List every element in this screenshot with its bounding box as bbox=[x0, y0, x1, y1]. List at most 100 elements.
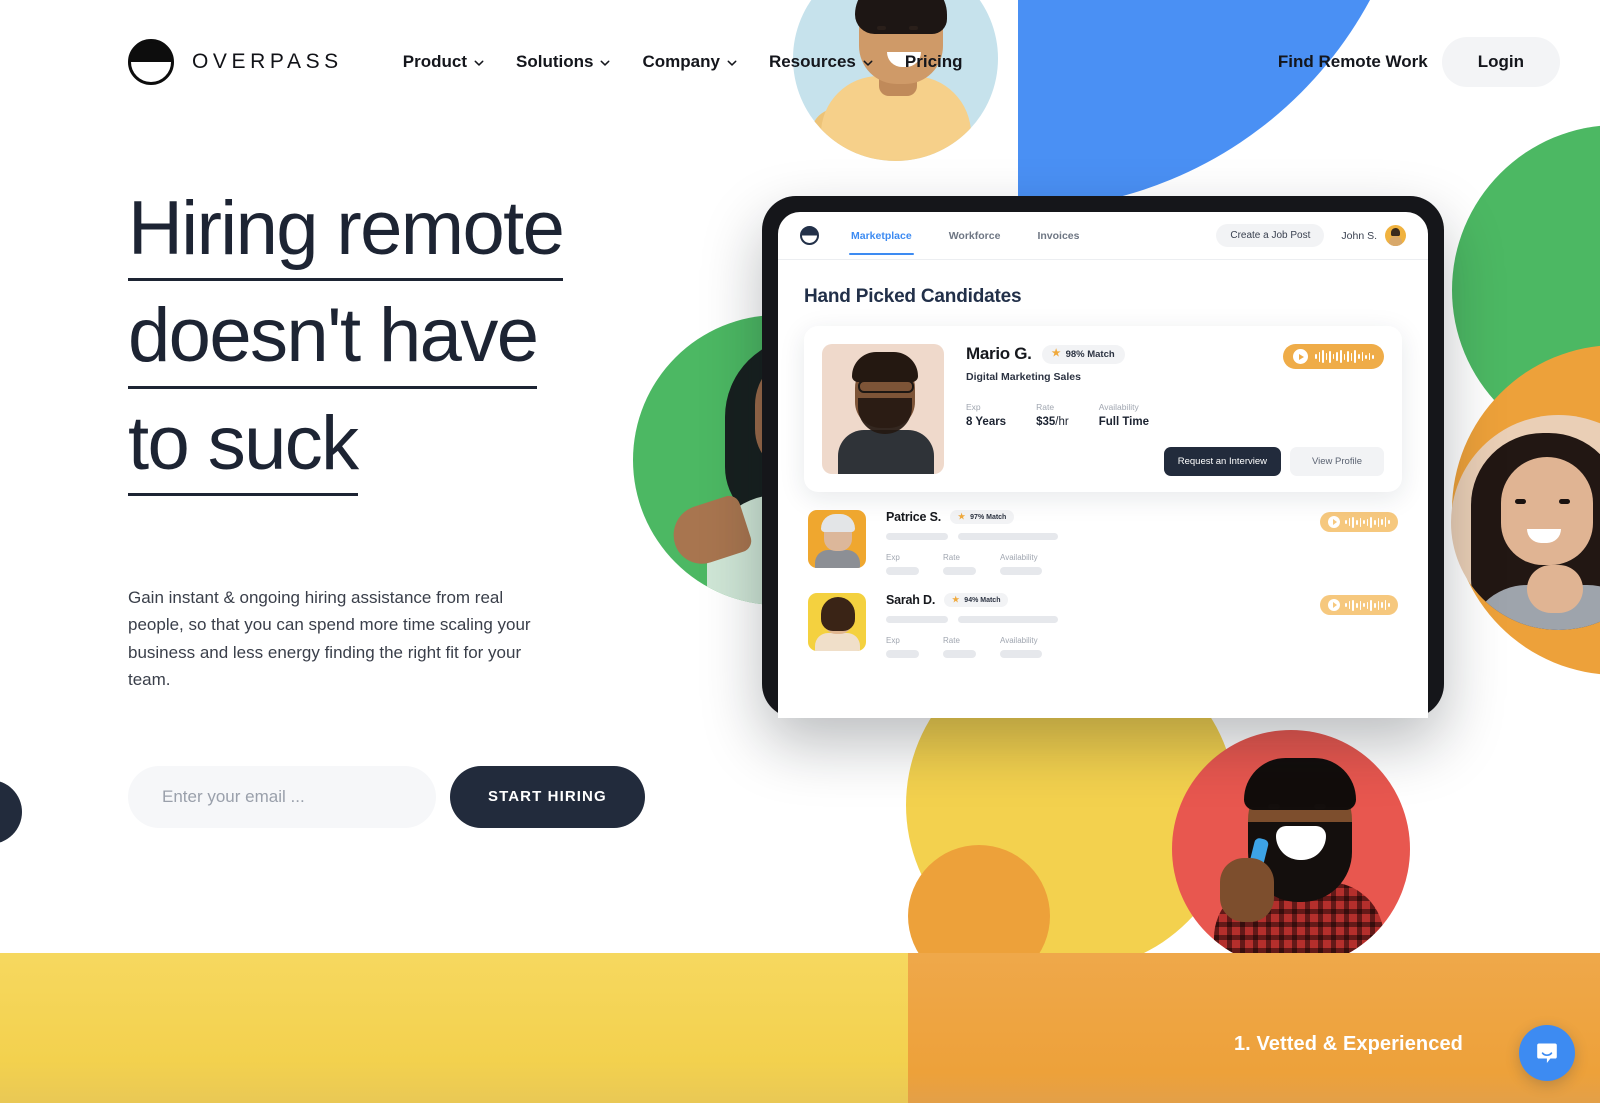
overpass-circle-logo-icon bbox=[128, 39, 174, 85]
candidate-info: Patrice S. ★ 97% Match Exp Rate Availabi… bbox=[886, 510, 1300, 575]
app-tabs: Marketplace Workforce Invoices bbox=[849, 216, 1081, 255]
decor-photo-circle-man-laughing bbox=[1172, 730, 1410, 968]
status-badge-match: ★ 97% Match bbox=[949, 510, 1015, 524]
headline-line-1: Hiring remote bbox=[128, 189, 565, 282]
status-badge-match: ★ 98% Match bbox=[1041, 344, 1125, 364]
nav-item-pricing-label: Pricing bbox=[904, 52, 963, 71]
candidate-photo bbox=[808, 593, 866, 651]
skeleton-lines bbox=[886, 616, 1300, 623]
stat-exp-label: Exp bbox=[886, 636, 900, 645]
chevron-down-icon bbox=[727, 60, 737, 66]
stat-rate-value: $35/hr bbox=[1036, 416, 1069, 428]
top-navbar: OVERPASS Product Solutions Company Resou… bbox=[0, 0, 1600, 124]
featured-candidate-card[interactable]: Mario G. ★ 98% Match Digital Marketing S… bbox=[804, 326, 1402, 492]
view-profile-button[interactable]: View Profile bbox=[1290, 447, 1384, 476]
candidate-stats: Exp Rate Availability bbox=[886, 553, 1300, 575]
nav-item-resources[interactable]: Resources bbox=[769, 52, 873, 72]
play-icon bbox=[1292, 349, 1308, 364]
star-icon: ★ bbox=[957, 512, 966, 521]
stat-rate: Rate bbox=[943, 553, 976, 575]
stat-rate-label: Rate bbox=[1036, 402, 1055, 412]
nav-item-solutions[interactable]: Solutions bbox=[516, 52, 610, 72]
email-input[interactable] bbox=[128, 765, 436, 828]
play-icon bbox=[1328, 599, 1341, 611]
skeleton-lines bbox=[886, 533, 1300, 540]
candidate-name: Sarah D. bbox=[886, 593, 936, 607]
avatar bbox=[1385, 225, 1406, 246]
brand-logo[interactable]: OVERPASS bbox=[128, 39, 343, 85]
stat-exp: Exp 8 Years bbox=[966, 402, 1006, 428]
audio-player-row[interactable] bbox=[1320, 510, 1398, 532]
stat-exp: Exp bbox=[886, 553, 919, 575]
login-button[interactable]: Login bbox=[1441, 37, 1560, 87]
nav-item-solutions-label: Solutions bbox=[516, 52, 594, 71]
section-title: Hand Picked Candidates bbox=[804, 286, 1022, 307]
candidate-photo bbox=[808, 510, 866, 568]
stat-availability-label: Availability bbox=[1000, 553, 1038, 562]
nav-links: Product Solutions Company Resources Pric… bbox=[403, 52, 963, 72]
star-icon: ★ bbox=[1051, 348, 1061, 359]
stat-availability-label: Availability bbox=[1000, 636, 1038, 645]
find-remote-work-link[interactable]: Find Remote Work bbox=[1278, 52, 1428, 72]
app-topbar: Marketplace Workforce Invoices Create a … bbox=[778, 212, 1428, 260]
match-label: 98% Match bbox=[1065, 348, 1115, 360]
chevron-down-icon bbox=[863, 60, 873, 66]
user-menu[interactable]: John S. bbox=[1341, 225, 1406, 246]
waveform-icon bbox=[1345, 516, 1390, 528]
candidate-name: Mario G. bbox=[966, 344, 1032, 363]
stat-rate-amount: $35 bbox=[1036, 416, 1056, 428]
stat-availability-label: Availability bbox=[1098, 402, 1139, 412]
page-title: Hiring remote doesn't have to suck bbox=[128, 189, 658, 512]
app-topbar-actions: Create a Job Post John S. bbox=[1216, 224, 1406, 247]
hero-subtext: Gain instant & ongoing hiring assistance… bbox=[128, 587, 531, 690]
audio-player-row[interactable] bbox=[1320, 593, 1398, 615]
chevron-down-icon bbox=[474, 60, 484, 66]
tablet-mockup: Marketplace Workforce Invoices Create a … bbox=[762, 196, 1444, 718]
request-interview-button[interactable]: Request an Interview bbox=[1163, 447, 1281, 476]
decor-navy-dot bbox=[0, 780, 22, 844]
stat-rate-label: Rate bbox=[943, 636, 960, 645]
nav-item-product-label: Product bbox=[402, 52, 468, 71]
stat-rate: Rate bbox=[943, 636, 976, 658]
stat-exp: Exp bbox=[886, 636, 919, 658]
stat-exp-label: Exp bbox=[886, 553, 900, 562]
waveform-icon bbox=[1314, 350, 1374, 364]
nav-item-company[interactable]: Company bbox=[642, 52, 737, 72]
app-logo-icon[interactable] bbox=[800, 226, 819, 245]
app-body: Hand Picked Candidates Mario G. ★ 98% Ma… bbox=[778, 260, 1428, 658]
nav-item-product[interactable]: Product bbox=[403, 52, 484, 72]
nav-item-pricing[interactable]: Pricing bbox=[905, 52, 963, 72]
intercom-chat-button[interactable] bbox=[1519, 1025, 1575, 1081]
nav-item-company-label: Company bbox=[642, 52, 720, 71]
tab-invoices[interactable]: Invoices bbox=[1035, 216, 1081, 255]
nav-right-actions: Find Remote Work Login bbox=[1278, 37, 1560, 87]
star-icon: ★ bbox=[952, 595, 960, 604]
band-caption: 1. Vetted & Experienced bbox=[1233, 1033, 1463, 1055]
tab-marketplace[interactable]: Marketplace bbox=[849, 216, 914, 255]
candidate-row[interactable]: Sarah D. ★ 94% Match Exp Rate Availabili… bbox=[804, 593, 1402, 658]
nav-item-resources-label: Resources bbox=[768, 52, 856, 71]
hero-section: Hiring remote doesn't have to suck Gain … bbox=[128, 189, 658, 828]
match-label: 94% Match bbox=[964, 596, 1001, 604]
candidate-name-row: Patrice S. ★ 97% Match bbox=[886, 510, 1300, 524]
stat-availability: Availability bbox=[1000, 636, 1042, 658]
audio-player-featured[interactable] bbox=[1282, 344, 1384, 369]
candidate-photo bbox=[822, 344, 944, 474]
stat-exp-label: Exp bbox=[966, 402, 981, 412]
intercom-chat-icon bbox=[1537, 1043, 1557, 1063]
headline-line-3: to suck bbox=[128, 404, 359, 496]
start-hiring-button[interactable]: START HIRING bbox=[450, 765, 645, 828]
stat-rate-unit: /hr bbox=[1055, 416, 1069, 428]
stat-availability-value: Full Time bbox=[1098, 416, 1149, 428]
brand-name: OVERPASS bbox=[192, 50, 343, 73]
candidate-actions: Request an Interview View Profile bbox=[1163, 447, 1384, 476]
candidate-row[interactable]: Patrice S. ★ 97% Match Exp Rate Availabi… bbox=[804, 510, 1402, 575]
candidate-name-row: Sarah D. ★ 94% Match bbox=[886, 593, 1300, 607]
signup-form: START HIRING bbox=[128, 765, 658, 828]
create-job-post-button[interactable]: Create a Job Post bbox=[1216, 224, 1325, 247]
bottom-orange-band bbox=[908, 953, 1600, 1103]
stat-availability: Availability bbox=[1000, 553, 1042, 575]
tab-workforce[interactable]: Workforce bbox=[947, 216, 1003, 255]
waveform-icon bbox=[1345, 599, 1390, 611]
status-badge-match: ★ 94% Match bbox=[944, 593, 1009, 607]
